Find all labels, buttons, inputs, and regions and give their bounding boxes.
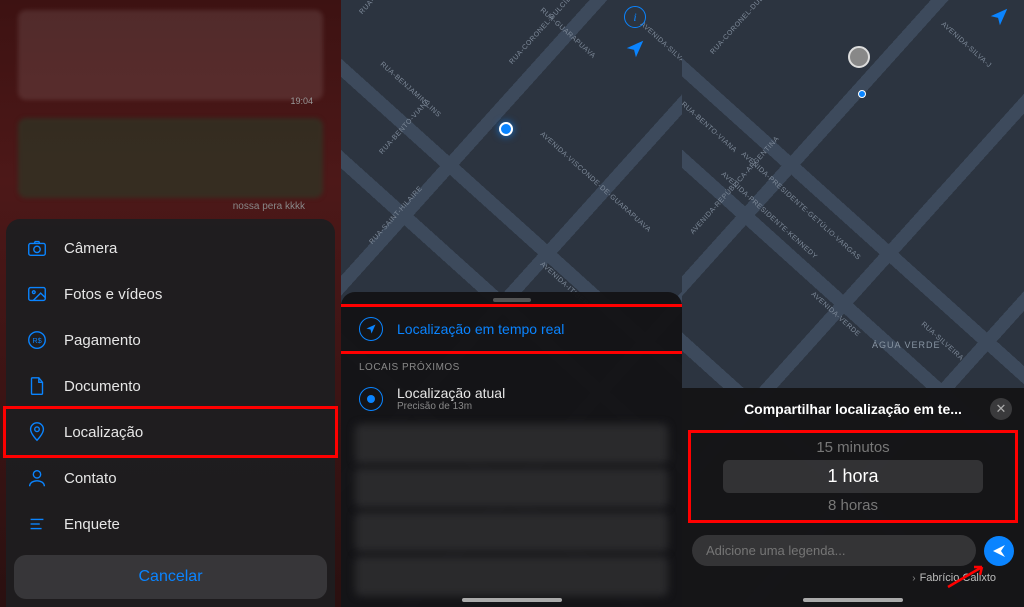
chat-preview-blur bbox=[18, 118, 323, 198]
current-location-accuracy: Precisão de 13m bbox=[397, 401, 505, 412]
attach-camera[interactable]: Câmera bbox=[6, 225, 335, 271]
drag-handle-icon[interactable] bbox=[493, 298, 531, 302]
target-icon bbox=[359, 387, 383, 411]
nearby-place-blurred bbox=[355, 468, 668, 508]
share-duration-panel: RUA-CORONEL-DULCÍDIO AVENIDA-PRESIDENTE-… bbox=[682, 0, 1024, 607]
attach-label: Fotos e vídeos bbox=[64, 286, 162, 303]
location-pin-icon bbox=[26, 421, 48, 443]
home-indicator bbox=[462, 598, 562, 602]
share-realtime-location[interactable]: Localização em tempo real bbox=[341, 304, 682, 354]
camera-icon bbox=[26, 237, 48, 259]
attach-photos-videos[interactable]: Fotos e vídeos bbox=[6, 271, 335, 317]
attachment-sheet: nossa pera kkkk Câmera Fotos e vídeos R$… bbox=[6, 219, 335, 607]
attach-contact[interactable]: Contato bbox=[6, 455, 335, 501]
attach-poll[interactable]: Enquete bbox=[6, 501, 335, 547]
send-button[interactable] bbox=[984, 536, 1014, 566]
payment-icon: R$ bbox=[26, 329, 48, 351]
navigation-arrow-icon[interactable] bbox=[988, 6, 1010, 28]
location-picker-panel: RUA-DO-BATEL RUA-CORONEL-DULCÍDIO RUA-BE… bbox=[341, 0, 682, 607]
location-sheet: Localização em tempo real LOCAIS PRÓXIMO… bbox=[341, 292, 682, 607]
current-location-row[interactable]: Localização atual Precisão de 13m bbox=[341, 377, 682, 420]
share-duration-sheet: Compartilhar localização em te... ✕ 15 m… bbox=[682, 388, 1024, 607]
area-label: ÁGUA VERDE bbox=[872, 340, 941, 350]
attachment-panel: 19:04 nossa pera kkkk Câmera Fotos e víd… bbox=[0, 0, 341, 607]
close-icon[interactable]: ✕ bbox=[990, 398, 1012, 420]
attach-location[interactable]: Localização bbox=[3, 406, 338, 458]
attach-payment[interactable]: R$ Pagamento bbox=[6, 317, 335, 363]
photo-icon bbox=[26, 283, 48, 305]
attach-label: Câmera bbox=[64, 240, 117, 257]
image-credit: › Fabrício Calixto bbox=[682, 570, 1024, 584]
nearby-place-blurred bbox=[355, 512, 668, 552]
home-indicator bbox=[803, 598, 903, 602]
nearby-place-blurred bbox=[355, 424, 668, 464]
info-icon[interactable]: i bbox=[624, 6, 646, 28]
recenter-icon[interactable] bbox=[624, 38, 646, 60]
attach-label: Pagamento bbox=[64, 332, 141, 349]
document-icon bbox=[26, 375, 48, 397]
realtime-label: Localização em tempo real bbox=[397, 321, 564, 337]
location-marker bbox=[848, 46, 870, 68]
chat-snippet: nossa pera kkkk bbox=[233, 201, 305, 212]
chat-preview-blur bbox=[18, 10, 323, 100]
attach-label: Documento bbox=[64, 378, 141, 395]
duration-option-1hour[interactable]: 1 hora bbox=[723, 460, 983, 493]
user-location-dot bbox=[499, 122, 513, 136]
duration-option-8hours[interactable]: 8 horas bbox=[691, 493, 1015, 518]
attach-label: Contato bbox=[64, 470, 117, 487]
duration-picker[interactable]: 15 minutos 1 hora 8 horas bbox=[688, 430, 1018, 523]
share-sheet-title: Compartilhar localização em te... bbox=[716, 401, 990, 417]
nearby-place-blurred bbox=[355, 556, 668, 596]
current-location-title: Localização atual bbox=[397, 385, 505, 401]
user-location-dot bbox=[858, 90, 866, 98]
chevron-right-icon: › bbox=[912, 573, 915, 584]
credit-name: Fabrício Calixto bbox=[920, 572, 996, 584]
contact-icon bbox=[26, 467, 48, 489]
cancel-button[interactable]: Cancelar bbox=[14, 555, 327, 599]
attach-document[interactable]: Documento bbox=[6, 363, 335, 409]
svg-text:R$: R$ bbox=[32, 336, 41, 345]
chat-timestamp: 19:04 bbox=[290, 96, 313, 106]
caption-input[interactable] bbox=[692, 535, 976, 566]
duration-option-15min[interactable]: 15 minutos bbox=[691, 435, 1015, 460]
nearby-places-header: LOCAIS PRÓXIMOS bbox=[341, 354, 682, 377]
realtime-location-icon bbox=[359, 317, 383, 341]
attach-label: Enquete bbox=[64, 516, 120, 533]
poll-icon bbox=[26, 513, 48, 535]
attach-label: Localização bbox=[64, 424, 143, 441]
